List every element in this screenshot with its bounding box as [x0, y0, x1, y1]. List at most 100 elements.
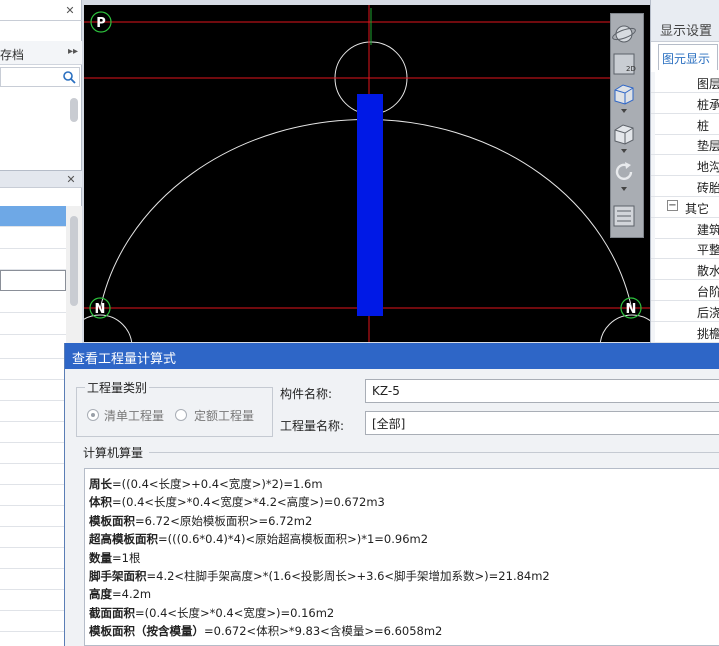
search-input[interactable]: [0, 67, 80, 87]
scrollbar-thumb[interactable]: [70, 98, 78, 122]
row-gutter: [651, 196, 655, 217]
radio-quota-quantity[interactable]: [175, 409, 187, 421]
layer-tree-row[interactable]: 建筑: [651, 217, 719, 239]
property-list-panel: [0, 348, 64, 646]
layer-tree-row[interactable]: 平整: [651, 238, 719, 260]
quantity-type-group: 工程量类别 清单工程量 定额工程量: [76, 379, 273, 437]
component-name-label: 构件名称:: [280, 387, 333, 401]
vertical-scrollbar[interactable]: [66, 206, 82, 348]
divider: [149, 452, 719, 453]
formula-expression: =4.2<柱脚手架高度>*(1.6<投影周长>+3.6<脚手架增加系数>)=21…: [146, 569, 550, 583]
formula-line: 数量=1根: [89, 550, 140, 566]
divider: [0, 20, 82, 21]
list-item-edit-field[interactable]: [0, 270, 66, 291]
quantity-formula-dialog: 查看工程量计算式 工程量类别 清单工程量 定额工程量 构件名称: 工程量名称: …: [64, 343, 719, 646]
formula-name: 模板面积: [89, 513, 135, 528]
cad-viewport[interactable]: P N N 2D: [84, 5, 650, 342]
close-icon[interactable]: ✕: [66, 174, 76, 185]
scrollbar-thumb[interactable]: [70, 216, 78, 306]
cube-3d-icon[interactable]: [611, 82, 637, 106]
formula-name: 模板面积（按含模量）: [89, 624, 204, 639]
formula-expression: =(0.4<长度>*0.4<宽度>*4.2<高度>)=0.672m3: [112, 495, 385, 510]
column-kz5: [357, 94, 383, 316]
dialog-title: 查看工程量计算式: [72, 352, 177, 367]
row-gutter: [651, 92, 655, 113]
layer-tree-row[interactable]: 桩: [651, 113, 719, 135]
formula-name: 脚手架面积: [89, 569, 147, 583]
row-gutter: [651, 72, 655, 92]
layer-tree-row[interactable]: 台阶: [651, 280, 719, 301]
list-item[interactable]: [0, 292, 66, 313]
layer-tree-row[interactable]: 后浇: [651, 300, 719, 322]
cube-solid-icon[interactable]: [611, 122, 637, 146]
cad-drawing: P N N: [84, 5, 650, 342]
close-icon[interactable]: ✕: [65, 5, 75, 16]
formula-expression: =(0.4<长度>*0.4<宽度>)=0.16m2: [135, 605, 335, 620]
chevron-down-icon[interactable]: [611, 146, 637, 156]
svg-text:2D: 2D: [626, 65, 636, 73]
group-label: 工程量类别: [85, 379, 150, 396]
list-item[interactable]: [0, 249, 66, 270]
component-name-field[interactable]: [365, 379, 719, 403]
radio-list-quantity-label: 清单工程量: [104, 409, 165, 423]
formula-name: 截面面积: [89, 605, 135, 620]
layer-tree-label: 桩承: [697, 97, 719, 112]
collapse-icon[interactable]: −: [667, 199, 678, 211]
layer-tree-row[interactable]: 垫层: [651, 134, 719, 156]
archive-header[interactable]: 存档 ▸▸: [0, 41, 82, 65]
component-list-panel: [0, 188, 82, 348]
layer-tree-label: 挑檐: [697, 326, 719, 341]
list-item-selected[interactable]: [0, 206, 66, 227]
formula-name: 体积: [89, 495, 112, 510]
formula-text-area[interactable]: 周长=((0.4<长度>+0.4<宽度>)*2)=1.6m 体积=(0.4<长度>…: [84, 468, 719, 646]
layer-tree-row[interactable]: 挑檐: [651, 321, 719, 343]
dialog-title-bar[interactable]: 查看工程量计算式: [65, 343, 719, 369]
radio-list-quantity[interactable]: [87, 409, 99, 421]
formula-name: 周长: [89, 477, 112, 491]
layer-tree-row[interactable]: 桩承: [651, 92, 719, 114]
list-item[interactable]: [0, 228, 66, 249]
archive-label: 存档: [0, 48, 25, 62]
property-list-icon[interactable]: [611, 204, 637, 228]
layer-tree-row[interactable]: − 其它: [651, 196, 719, 218]
layer-tree-label: 图层: [697, 77, 719, 91]
layer-tree-row[interactable]: 图层: [651, 72, 719, 93]
layer-tree-label: 后浇: [697, 305, 719, 320]
quantity-name-label: 工程量名称:: [280, 419, 345, 433]
layer-tree-row[interactable]: 散水: [651, 259, 719, 281]
row-gutter: [651, 280, 655, 300]
layer-tree-label: 平整: [697, 243, 719, 258]
p-marker-label: P: [96, 16, 106, 31]
row-gutter: [651, 134, 655, 155]
list-item[interactable]: [0, 314, 66, 335]
layer-tree-row[interactable]: 砖胎: [651, 176, 719, 197]
row-gutter: [651, 217, 655, 238]
left-mid-panel-header: ✕: [0, 170, 82, 188]
chevron-down-icon[interactable]: [611, 184, 637, 194]
row-divider: [0, 505, 64, 506]
row-divider: [0, 400, 64, 401]
row-divider: [0, 442, 64, 443]
radio-quota-quantity-label: 定额工程量: [194, 409, 255, 423]
rotate-icon[interactable]: [611, 160, 637, 184]
formula-line: 脚手架面积=4.2<柱脚手架高度>*(1.6<投影周长>+3.6<脚手架增加系数…: [89, 568, 550, 584]
layer-tree-row[interactable]: 地沟: [651, 155, 719, 177]
formula-expression: =((0.4<长度>+0.4<宽度>)*2)=1.6m: [112, 477, 323, 491]
formula-expression: =4.2m: [112, 587, 152, 602]
layer-tree-label: 地沟: [697, 160, 719, 175]
row-gutter: [651, 238, 655, 259]
chevron-down-icon[interactable]: [611, 106, 637, 116]
row-gutter: [651, 321, 655, 342]
double-chevron-right-icon[interactable]: ▸▸: [68, 46, 78, 57]
panel-title-bar: 显示设置: [651, 0, 719, 42]
layer-tree-label: 台阶: [697, 285, 719, 299]
view-2d-icon[interactable]: 2D: [611, 52, 637, 76]
search-icon[interactable]: [62, 70, 76, 84]
quantity-name-field[interactable]: [365, 411, 719, 435]
tab-element-display[interactable]: 图元显示: [658, 44, 718, 70]
row-divider: [0, 589, 64, 590]
right-bottom-circle: [599, 314, 650, 342]
row-gutter: [651, 113, 655, 134]
row-gutter: [651, 176, 655, 196]
globe-icon[interactable]: [611, 22, 637, 46]
